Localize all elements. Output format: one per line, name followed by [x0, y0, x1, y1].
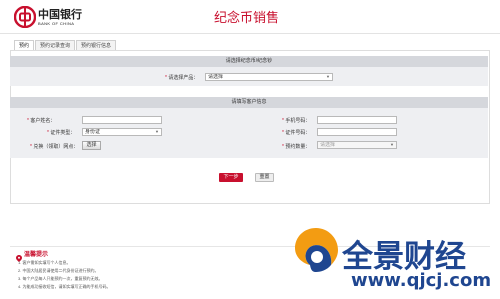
watermark-logo-icon — [292, 226, 340, 274]
header-divider — [0, 33, 500, 34]
next-step-button[interactable]: 下一步 — [219, 173, 243, 182]
tip-item: 1. 客户需如实填写个人信息。 — [18, 260, 71, 265]
phone-input[interactable] — [317, 116, 397, 124]
chevron-down-icon: ▼ — [390, 142, 394, 147]
select-branch-button[interactable]: 选择 — [82, 141, 101, 150]
id-number-label: * 证件号码： — [282, 130, 311, 136]
product-label: * 请选择产品： — [165, 75, 199, 81]
product-select[interactable]: 请选择 ▼ — [205, 73, 333, 81]
phone-label: * 手机号码： — [282, 118, 311, 124]
product-section-body: * 请选择产品： 请选择 ▼ — [10, 67, 488, 86]
tip-item: 2. 中国大陆居民请使用二代身份证进行预约。 — [18, 268, 99, 273]
id-type-label: * 证件类型： — [47, 130, 76, 136]
product-section-header: 请选择纪念币/纪念钞 — [10, 56, 488, 67]
page-title: 纪念币销售 — [214, 10, 280, 25]
tip-item: 3. 每个产品每人只能预约一次，重复预约无效。 — [18, 276, 103, 281]
watermark-url: www.qjcj.com — [351, 270, 492, 291]
name-label: * 客户姓名： — [27, 118, 56, 124]
chevron-down-icon: ▼ — [326, 74, 330, 79]
bank-of-china-logo-icon — [13, 5, 37, 29]
tips-title: 温馨提示 — [24, 252, 49, 258]
id-type-select[interactable]: 身份证 ▼ — [82, 128, 162, 136]
name-input[interactable] — [82, 116, 162, 124]
location-pin-icon — [16, 249, 22, 262]
bank-name-cn: 中国银行 — [38, 8, 82, 21]
quantity-label: * 预约数量： — [282, 144, 311, 150]
header: 中国银行 BANK OF CHINA 纪念币销售 — [0, 0, 500, 34]
customer-section-header: 请填写客户信息 — [10, 97, 488, 108]
branch-label: * 兑换（领取）网点： — [30, 144, 79, 150]
quantity-select[interactable]: 请选择 ▼ — [317, 141, 397, 149]
customer-section-body: * 客户姓名： * 证件类型： 身份证 ▼ * 兑换（领取）网点： 选择 * 手机… — [10, 108, 488, 158]
chevron-down-icon: ▼ — [155, 129, 159, 134]
tip-item: 4. 为能成功接收短信，请如实填写正确的手机号码。 — [18, 284, 111, 289]
reset-button[interactable]: 重置 — [255, 173, 274, 182]
id-number-input[interactable] — [317, 128, 397, 136]
bank-name-en: BANK OF CHINA — [38, 21, 75, 26]
